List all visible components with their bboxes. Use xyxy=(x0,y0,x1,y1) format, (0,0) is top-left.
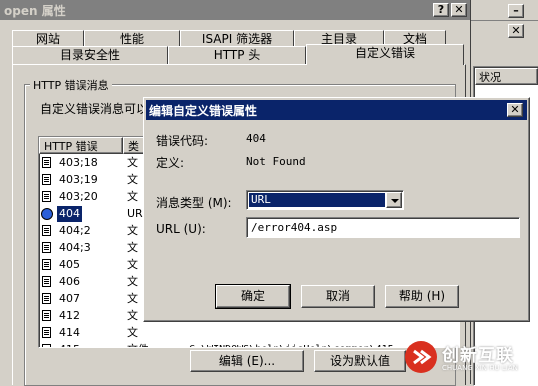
set-default-button[interactable]: 设为默认值 xyxy=(314,350,406,372)
row-type: 文 xyxy=(127,275,138,288)
message-type-select[interactable]: URL xyxy=(246,190,404,210)
edit-button[interactable]: 编辑 (E)... xyxy=(190,350,304,372)
definition-label: 定义: xyxy=(156,156,185,170)
tab-performance[interactable]: 性能 xyxy=(84,30,180,47)
row-type: 文 xyxy=(127,224,138,237)
row-type: 文件 xyxy=(127,342,149,347)
row-type: 文 xyxy=(127,326,138,339)
col-header-http-error[interactable]: HTTP 错误 xyxy=(39,137,123,154)
dialog-close-button[interactable]: ✕ xyxy=(507,103,523,117)
close-title-button[interactable]: ✕ xyxy=(451,3,467,17)
tab-website[interactable]: 网站 xyxy=(12,30,84,47)
document-icon xyxy=(42,293,51,304)
tab-isapi-filters[interactable]: ISAPI 筛选器 xyxy=(180,30,294,47)
minimize-button[interactable]: – xyxy=(508,4,524,18)
group-description: 自定义错误消息可以 xyxy=(40,102,149,116)
cancel-button[interactable]: 取消 xyxy=(301,285,375,308)
row-error-code: 404 xyxy=(57,206,82,222)
document-icon xyxy=(42,225,51,236)
definition-value: Not Found xyxy=(246,155,306,168)
row-error-code: 415 xyxy=(57,342,82,347)
tab-http-headers[interactable]: HTTP 头 xyxy=(168,46,306,64)
row-type: 文 xyxy=(127,258,138,271)
url-input-value: /error404.asp xyxy=(251,221,338,234)
dialog-title: 编辑自定义错误属性 xyxy=(149,104,258,118)
row-error-code: 404;3 xyxy=(59,241,91,254)
row-error-code: 412 xyxy=(59,309,80,322)
row-error-code: 403;20 xyxy=(59,190,98,203)
document-icon xyxy=(42,310,51,321)
row-error-code: 403;18 xyxy=(59,156,98,169)
row-path: C:\WINDOWS\help\iisHelp\common\415 xyxy=(189,342,394,347)
right-close-button[interactable]: ✕ xyxy=(508,24,524,38)
row-type: UR xyxy=(127,207,143,220)
document-icon xyxy=(42,259,51,270)
url-input[interactable]: /error404.asp xyxy=(246,217,520,238)
url-label: URL (U): xyxy=(156,222,206,236)
right-top-strip xyxy=(471,0,538,21)
help-button[interactable]: 帮助 (H) xyxy=(385,285,459,308)
globe-icon xyxy=(41,208,53,220)
table-row[interactable]: 414 文 xyxy=(39,325,459,341)
document-icon xyxy=(42,157,51,168)
table-row[interactable]: 415 文件 C:\WINDOWS\help\iisHelp\common\415 xyxy=(39,342,459,347)
status-column-header[interactable]: 状况 xyxy=(475,68,538,85)
properties-titlebar: open 属性 ? ✕ xyxy=(0,0,470,20)
message-type-label: 消息类型 (M): xyxy=(156,196,232,210)
watermark-en: CHUANG XIN HU LIAN xyxy=(442,364,518,372)
row-type: 文 xyxy=(127,190,138,203)
row-error-code: 404;2 xyxy=(59,224,91,237)
document-icon xyxy=(42,191,51,202)
edit-dialog: 编辑自定义错误属性 ✕ 错误代码: 404 定义: Not Found 消息类型… xyxy=(143,97,530,322)
row-error-code: 405 xyxy=(59,258,80,271)
row-error-code: 414 xyxy=(59,326,80,339)
document-icon xyxy=(42,276,51,287)
row-error-code: 403;19 xyxy=(59,173,98,186)
ok-button[interactable]: 确定 xyxy=(215,284,291,309)
watermark: 创新互联 CHUANG XIN HU LIAN xyxy=(402,336,536,382)
row-type: 文 xyxy=(127,309,138,322)
tab-directory-security[interactable]: 目录安全性 xyxy=(12,46,168,64)
tab-custom-errors[interactable]: 自定义错误 xyxy=(306,44,464,65)
error-code-value: 404 xyxy=(246,132,266,145)
document-icon xyxy=(42,242,51,253)
brand-logo-icon xyxy=(405,341,437,373)
document-icon xyxy=(42,344,51,347)
chevron-down-icon[interactable] xyxy=(386,192,402,208)
message-type-value: URL xyxy=(251,193,271,206)
help-title-button[interactable]: ? xyxy=(433,3,449,17)
watermark-cn: 创新互联 xyxy=(442,346,514,366)
document-icon xyxy=(42,174,51,185)
dialog-titlebar: 编辑自定义错误属性 ✕ xyxy=(146,100,527,120)
error-code-label: 错误代码: xyxy=(156,134,209,148)
row-type: 文 xyxy=(127,156,138,169)
row-error-code: 406 xyxy=(59,275,80,288)
document-icon xyxy=(42,327,51,338)
row-type: 文 xyxy=(127,173,138,186)
group-title: HTTP 错误消息 xyxy=(30,77,112,93)
row-error-code: 407 xyxy=(59,292,80,305)
row-type: 文 xyxy=(127,241,138,254)
row-type: 文 xyxy=(127,292,138,305)
properties-title: open 属性 xyxy=(4,4,66,18)
